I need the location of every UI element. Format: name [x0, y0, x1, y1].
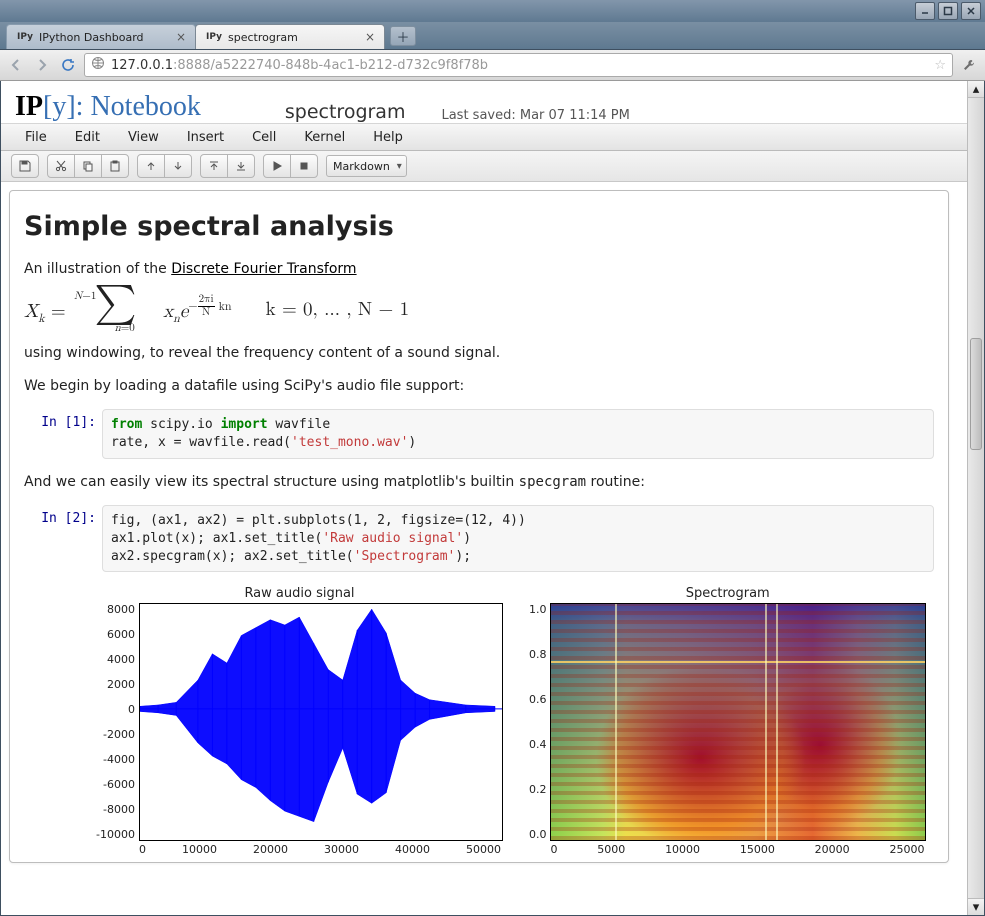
tab-favicon: IPy — [17, 32, 33, 42]
dft-link[interactable]: Discrete Fourier Transform — [171, 261, 356, 277]
ipython-logo: IP[y]: Notebook — [15, 91, 201, 123]
browser-tabstrip: IPy IPython Dashboard × IPy spectrogram … — [0, 22, 985, 50]
url-host: 127.0.0.1 — [111, 58, 173, 73]
plot-title: Raw audio signal — [244, 586, 354, 601]
close-icon[interactable]: × — [175, 31, 187, 43]
menu-edit[interactable]: Edit — [61, 126, 114, 149]
new-tab-button[interactable]: ＋ — [390, 26, 416, 46]
notebook-title[interactable]: spectrogram — [285, 101, 406, 123]
y-axis-ticks: 80006000400020000-2000-4000-6000-8000-10… — [96, 603, 139, 841]
markdown-cell[interactable]: And we can easily view its spectral stru… — [24, 473, 934, 492]
wrench-icon[interactable] — [959, 55, 979, 75]
cell-type-select[interactable]: Markdown — [326, 155, 407, 177]
tab-favicon: IPy — [206, 32, 222, 42]
paragraph: And we can easily view its spectral stru… — [24, 473, 934, 492]
x-axis-ticks: 0500010000150002000025000 — [550, 841, 924, 856]
plot-spectrogram: Spectrogram 1.00.80.60.40.20.0 — [529, 586, 927, 856]
scroll-down-arrow[interactable]: ▾ — [968, 898, 984, 915]
paragraph: using windowing, to reveal the frequency… — [24, 344, 934, 363]
scroll-track[interactable] — [968, 98, 984, 898]
window-titlebar — [0, 0, 985, 22]
scroll-thumb[interactable] — [970, 338, 982, 450]
run-button[interactable] — [263, 154, 291, 178]
last-saved-label: Last saved: Mar 07 11:14 PM — [441, 108, 629, 123]
y-axis-ticks: 1.00.80.60.40.20.0 — [529, 603, 551, 841]
notebook-body: Simple spectral analysis An illustration… — [9, 190, 949, 863]
tab-label: IPython Dashboard — [39, 31, 169, 44]
browser-tab-dashboard[interactable]: IPy IPython Dashboard × — [6, 24, 196, 49]
window-maximize-button[interactable] — [938, 2, 958, 20]
reload-button[interactable] — [58, 55, 78, 75]
plot-area — [550, 603, 926, 841]
plot-title: Spectrogram — [686, 586, 770, 601]
close-icon[interactable]: × — [364, 31, 376, 43]
toolbar: Markdown — [1, 151, 967, 182]
input-prompt: In [1]: — [24, 409, 102, 458]
save-button[interactable] — [11, 154, 39, 178]
forward-button[interactable] — [32, 55, 52, 75]
window-close-button[interactable] — [961, 2, 981, 20]
notebook-header: IP[y]: Notebook spectrogram Last saved: … — [1, 81, 967, 123]
window-minimize-button[interactable] — [915, 2, 935, 20]
paragraph: An illustration of the Discrete Fourier … — [24, 260, 934, 279]
cell-type-value: Markdown — [333, 160, 390, 173]
globe-icon — [91, 56, 105, 74]
back-button[interactable] — [6, 55, 26, 75]
tab-label: spectrogram — [228, 31, 358, 44]
menu-help[interactable]: Help — [359, 126, 417, 149]
page: IP[y]: Notebook spectrogram Last saved: … — [0, 81, 985, 916]
insert-below-button[interactable] — [227, 154, 255, 178]
menu-file[interactable]: File — [11, 126, 61, 149]
browser-window: IPy IPython Dashboard × IPy spectrogram … — [0, 0, 985, 916]
menu-insert[interactable]: Insert — [173, 126, 238, 149]
move-up-button[interactable] — [137, 154, 165, 178]
heading-1: Simple spectral analysis — [24, 211, 934, 242]
plot-raw-audio: Raw audio signal 80006000400020000-2000-… — [96, 586, 503, 856]
scroll-up-arrow[interactable]: ▴ — [968, 81, 984, 98]
move-down-button[interactable] — [164, 154, 192, 178]
stop-button[interactable] — [290, 154, 318, 178]
bookmark-star-icon[interactable]: ☆ — [934, 58, 946, 73]
menu-view[interactable]: View — [114, 126, 173, 149]
copy-button[interactable] — [74, 154, 102, 178]
browser-tab-spectrogram[interactable]: IPy spectrogram × — [195, 24, 385, 49]
input-prompt: In [2]: — [24, 505, 102, 572]
code-cell-2[interactable]: In [2]: fig, (ax1, ax2) = plt.subplots(1… — [24, 505, 934, 572]
cut-button[interactable] — [47, 154, 75, 178]
vertical-scrollbar[interactable]: ▴ ▾ — [967, 81, 984, 915]
code-input[interactable]: fig, (ax1, ax2) = plt.subplots(1, 2, fig… — [102, 505, 934, 572]
paste-button[interactable] — [101, 154, 129, 178]
address-bar[interactable]: 127.0.0.1:8888/a5222740-848b-4ac1-b212-d… — [84, 53, 953, 77]
menu-cell[interactable]: Cell — [238, 126, 290, 149]
markdown-cell[interactable]: Simple spectral analysis An illustration… — [24, 211, 934, 395]
code-cell-1[interactable]: In [1]: from scipy.io import wavfile rat… — [24, 409, 934, 458]
menu-kernel[interactable]: Kernel — [290, 126, 359, 149]
plot-area — [139, 603, 503, 841]
output-figure: Raw audio signal 80006000400020000-2000-… — [96, 586, 934, 856]
url-path: :8888/a5222740-848b-4ac1-b212-d732c9f8f7… — [173, 58, 488, 73]
browser-toolbar: 127.0.0.1:8888/a5222740-848b-4ac1-b212-d… — [0, 50, 985, 81]
paragraph: We begin by loading a datafile using Sci… — [24, 377, 934, 396]
menubar: File Edit View Insert Cell Kernel Help — [1, 123, 967, 151]
x-axis-ticks: 01000020000300004000050000 — [139, 841, 501, 856]
formula: Xk = N−1∑n=0 xne−2πiN kn k = 0, … , N − … — [24, 293, 934, 326]
insert-above-button[interactable] — [200, 154, 228, 178]
code-input[interactable]: from scipy.io import wavfile rate, x = w… — [102, 409, 934, 458]
